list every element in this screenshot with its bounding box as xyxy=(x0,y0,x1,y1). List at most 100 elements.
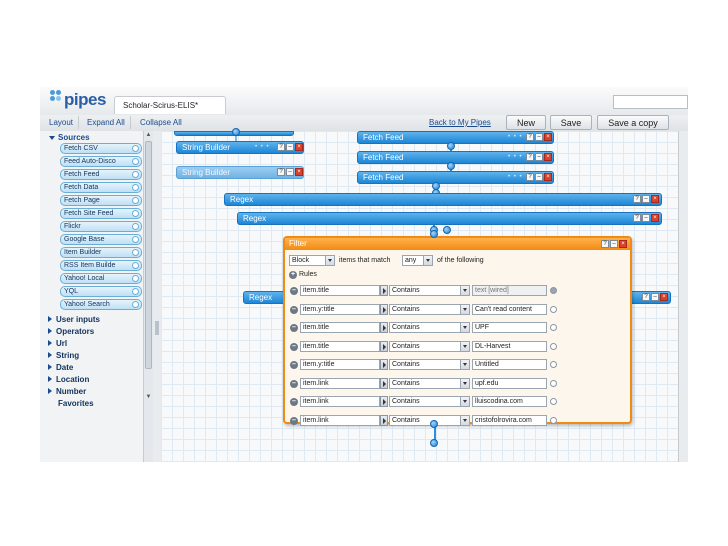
add-module-icon[interactable] xyxy=(132,145,139,152)
rule-field-input[interactable]: item.title xyxy=(300,322,380,333)
close-icon[interactable]: × xyxy=(295,143,303,151)
rule-field-input[interactable]: item.link xyxy=(300,414,380,426)
canvas-scrollbar[interactable] xyxy=(678,131,688,462)
minimize-icon[interactable]: – xyxy=(535,133,543,141)
output-terminal[interactable] xyxy=(447,162,455,170)
rule-value-terminal[interactable] xyxy=(550,398,557,405)
help-icon[interactable]: ? xyxy=(526,173,534,181)
scroll-down-icon[interactable]: ▼ xyxy=(145,394,152,401)
save-button[interactable]: Save xyxy=(550,115,592,130)
add-module-icon[interactable] xyxy=(132,171,139,178)
sidebar-source-item[interactable]: Item Builder xyxy=(60,247,142,258)
sidebar-source-item[interactable]: Yahoo! Local xyxy=(60,273,142,284)
sidebar-source-item[interactable]: Fetch Data xyxy=(60,182,142,193)
help-icon[interactable]: ? xyxy=(277,143,285,151)
rule-value-input[interactable]: UPF xyxy=(472,322,547,333)
rule-operator-select[interactable]: Contains xyxy=(389,285,470,296)
add-module-icon[interactable] xyxy=(132,262,139,269)
close-icon[interactable]: × xyxy=(544,173,552,181)
minimize-icon[interactable]: – xyxy=(642,214,650,222)
scroll-up-icon[interactable]: ▲ xyxy=(145,132,152,139)
minimize-icon[interactable]: – xyxy=(535,153,543,161)
rule-field-input[interactable]: item.title xyxy=(300,285,380,296)
fetch-feed-module[interactable]: Fetch Feed • • • ? – × xyxy=(357,151,554,164)
rule-field-input[interactable]: item.link xyxy=(300,377,380,389)
add-module-icon[interactable] xyxy=(132,210,139,217)
match-select[interactable]: any xyxy=(402,255,433,266)
collapse-all-button[interactable]: Collapse All xyxy=(135,116,187,129)
rule-field-input[interactable]: item.y:title xyxy=(300,359,380,370)
sidebar-source-item[interactable]: Fetch Feed xyxy=(60,169,142,180)
add-module-icon[interactable] xyxy=(132,301,139,308)
sidebar-category[interactable]: Operators xyxy=(48,327,94,337)
add-module-icon[interactable] xyxy=(132,288,139,295)
help-icon[interactable]: ? xyxy=(633,195,641,203)
field-picker-icon[interactable] xyxy=(380,303,388,315)
minimize-icon[interactable]: – xyxy=(651,293,659,301)
field-picker-icon[interactable] xyxy=(380,414,388,426)
sidebar-source-item[interactable]: RSS Item Builde xyxy=(60,260,142,271)
close-icon[interactable]: × xyxy=(295,168,303,176)
rule-value-terminal[interactable] xyxy=(550,324,557,331)
options-dots-icon[interactable]: • • • xyxy=(508,174,523,180)
field-picker-icon[interactable] xyxy=(380,285,388,296)
options-dots-icon[interactable]: • • • xyxy=(255,144,270,150)
regex-module[interactable]: Regex ? – × xyxy=(237,212,662,225)
close-icon[interactable]: × xyxy=(660,293,668,301)
sidebar-source-item[interactable]: Feed Auto-Disco xyxy=(60,156,142,167)
string-builder-module[interactable]: String Builder ? – × xyxy=(176,166,304,179)
add-module-icon[interactable] xyxy=(132,223,139,230)
help-icon[interactable]: ? xyxy=(277,168,285,176)
sidebar-scroll-thumb[interactable] xyxy=(145,141,152,369)
rule-value-input[interactable]: lluiscodina.com xyxy=(472,396,547,407)
output-terminal[interactable] xyxy=(430,420,438,428)
minimize-icon[interactable]: – xyxy=(286,168,294,176)
filter-mode-select[interactable]: Block xyxy=(289,255,335,266)
rule-operator-select[interactable]: Contains xyxy=(389,303,470,315)
sidebar-category[interactable]: Location xyxy=(48,375,89,385)
add-module-icon[interactable] xyxy=(132,275,139,282)
sidebar-category[interactable]: Number xyxy=(48,387,86,397)
minimize-icon[interactable]: – xyxy=(610,240,618,248)
plus-circle-icon[interactable]: + xyxy=(289,271,297,279)
input-terminal[interactable] xyxy=(430,230,438,238)
sidebar-source-item[interactable]: Google Base xyxy=(60,234,142,245)
output-terminal[interactable] xyxy=(447,142,455,150)
add-module-icon[interactable] xyxy=(132,197,139,204)
help-icon[interactable]: ? xyxy=(526,133,534,141)
rule-field-input[interactable]: item.title xyxy=(300,340,380,352)
sidebar-category[interactable]: Date xyxy=(48,363,73,373)
remove-rule-icon[interactable]: – xyxy=(290,324,298,332)
rule-value-terminal[interactable] xyxy=(550,287,557,294)
rule-value-terminal[interactable] xyxy=(550,361,557,368)
options-dots-icon[interactable]: • • • xyxy=(508,134,523,140)
sidebar-source-item[interactable]: Fetch Site Feed xyxy=(60,208,142,219)
rule-value-terminal[interactable] xyxy=(550,305,557,313)
close-icon[interactable]: × xyxy=(651,214,659,222)
output-terminal[interactable] xyxy=(443,226,451,234)
sidebar-source-item[interactable]: Fetch Page xyxy=(60,195,142,206)
new-button[interactable]: New xyxy=(506,115,546,130)
rule-value-input[interactable]: DL-Harvest xyxy=(472,340,547,352)
rule-operator-select[interactable]: Contains xyxy=(389,322,470,333)
sidebar-scrollbar[interactable]: ▲ ▼ xyxy=(143,131,153,462)
regex-module[interactable]: Regex ? – × xyxy=(224,193,662,206)
filter-module[interactable]: Filter ? – × Block items that match any … xyxy=(283,236,632,426)
rule-operator-select[interactable]: Contains xyxy=(389,359,470,370)
field-picker-icon[interactable] xyxy=(380,359,388,370)
rule-value-input[interactable]: Can't read content xyxy=(472,303,547,315)
remove-rule-icon[interactable]: – xyxy=(290,398,298,406)
sidebar-category[interactable]: String xyxy=(48,351,79,361)
pipes-logo[interactable]: pipes xyxy=(50,90,106,110)
sidebar-category[interactable]: Favorites xyxy=(58,399,94,409)
minimize-icon[interactable]: – xyxy=(642,195,650,203)
output-terminal[interactable] xyxy=(232,128,240,136)
remove-rule-icon[interactable]: – xyxy=(290,342,298,351)
rule-value-terminal[interactable] xyxy=(550,342,557,350)
sources-heading[interactable]: Sources xyxy=(49,133,90,142)
fetch-feed-module[interactable]: Fetch Feed • • • ? – × xyxy=(357,131,554,144)
fetch-feed-module[interactable]: Fetch Feed • • • ? – × xyxy=(357,171,554,184)
rule-value-input[interactable]: cristofolrovira.com xyxy=(472,414,547,426)
minimize-icon[interactable]: – xyxy=(535,173,543,181)
rule-operator-select[interactable]: Contains xyxy=(389,396,470,407)
